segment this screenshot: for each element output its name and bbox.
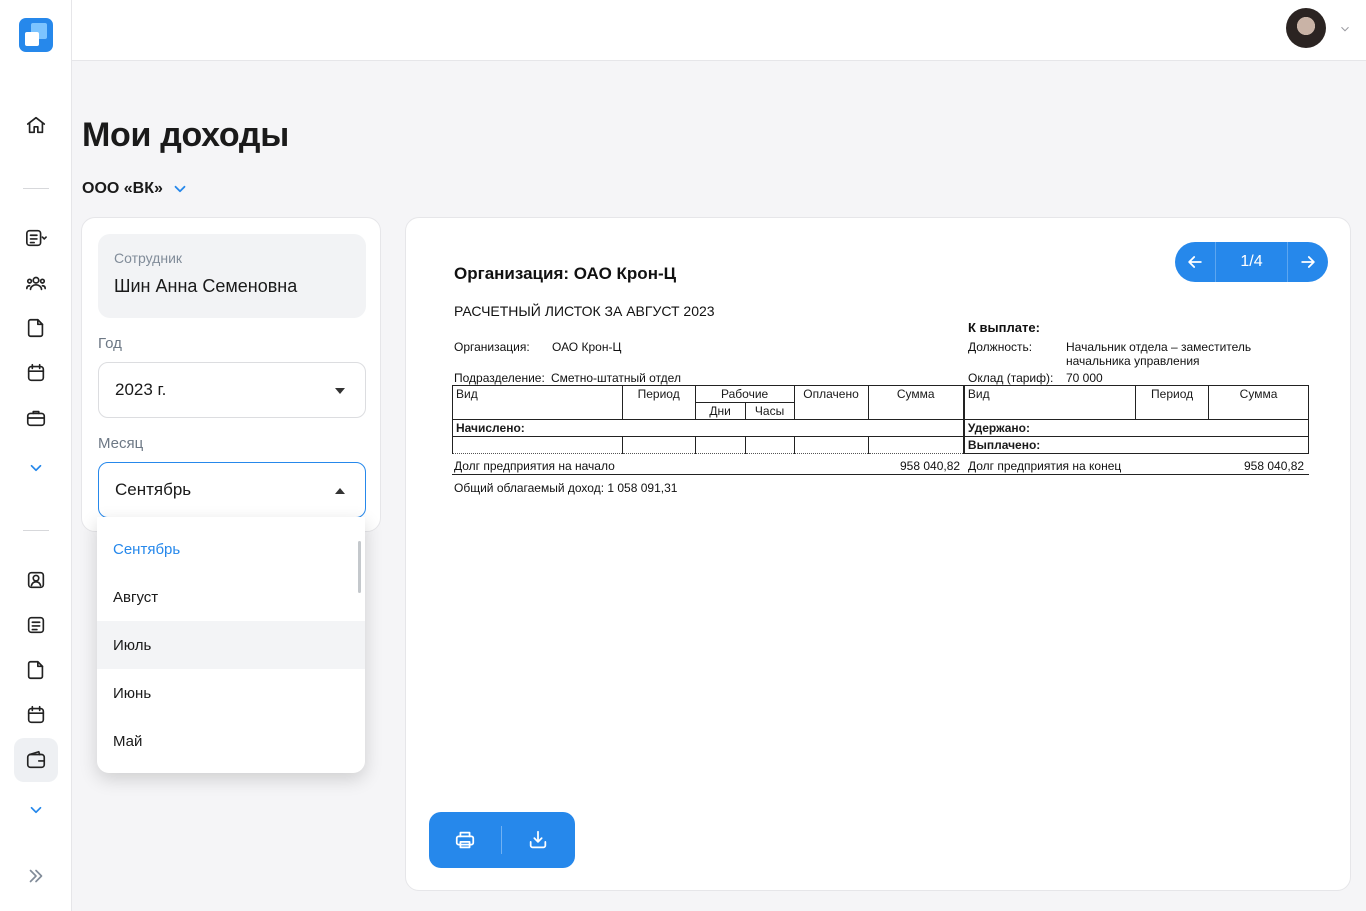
app-logo[interactable] [19,18,53,52]
month-dropdown: Сентябрь Август Июль Июнь Май [97,517,365,773]
printer-icon [455,831,475,849]
month-option[interactable]: Август [97,573,365,621]
chevron-down-icon[interactable] [14,446,58,490]
calendar-icon[interactable] [14,693,58,737]
home-icon[interactable] [14,103,58,147]
download-icon [529,830,547,849]
profile-card-icon[interactable] [14,558,58,602]
organization-selector[interactable]: ООО «ВК» [82,180,189,198]
month-select[interactable]: Сентябрь [98,462,366,518]
position-value: Начальник отдела – заместитель [1066,340,1252,354]
document-icon[interactable] [14,306,58,350]
filter-panel: Сотрудник Шин Анна Семеновна Год 2023 г.… [81,217,381,532]
employee-label: Сотрудник [114,250,183,266]
caret-up-icon [335,488,345,494]
download-button[interactable] [502,812,574,868]
taxable-income: Общий облагаемый доход: 1 058 091,31 [454,481,678,495]
divider-line [452,474,1309,475]
dropdown-scrollbar[interactable] [358,541,361,593]
payslip-title: Организация: ОАО Крон-Ц [454,264,677,283]
employee-field: Сотрудник Шин Анна Семеновна [98,234,366,318]
document-actions [429,812,575,868]
employee-value: Шин Анна Семеновна [114,276,298,296]
prev-page-button[interactable] [1175,242,1215,282]
page-indicator: 1/4 [1215,242,1288,282]
payslip-table: Вид Период Рабочие Оплачено Сумма Вид Пе… [451,385,1309,454]
arrow-left-icon [1188,256,1202,268]
paid-out-label: Выплачено: [962,436,1309,454]
organization-name: ООО «ВК» [82,180,163,197]
users-icon[interactable] [14,261,58,305]
sidebar [0,0,72,911]
caret-down-icon [335,388,345,394]
year-label: Год [98,335,122,352]
withheld-label: Удержано: [962,419,1309,437]
page-navigator: 1/4 [1175,242,1328,282]
col-header-sum: Сумма [867,385,965,420]
chevron-down-icon[interactable] [1338,22,1352,36]
briefcase-icon[interactable] [14,396,58,440]
document-viewer: 1/4 Организация: ОАО Крон-Ц РАСЧЕТНЫЙ ЛИ… [405,217,1351,891]
position-value: начальника управления [1066,354,1200,368]
col-header-sum: Сумма [1208,385,1309,420]
org-value: ОАО Крон-Ц [552,340,622,354]
col-header-hours: Часы [744,402,795,420]
print-button[interactable] [429,812,501,868]
chevron-down-icon[interactable] [14,788,58,832]
col-header-period: Период [621,385,696,420]
month-option[interactable]: Июль [97,621,365,669]
col-header-type: Вид [452,385,623,420]
debt-start-value: 958 040,82 [900,459,961,473]
month-option[interactable]: Июнь [97,669,365,717]
col-header-paid: Оплачено [793,385,869,420]
position-label: Должность: [968,340,1033,354]
notes-icon[interactable] [14,603,58,647]
chevron-down-icon [174,185,186,193]
debt-end-value: 958 040,82 [1244,459,1305,473]
debt-start-label: Долг предприятия на начало [454,459,615,473]
year-select[interactable]: 2023 г. [98,362,366,418]
dept-value: Сметно-штатный отдел [551,371,681,385]
dept-label: Подразделение: [454,371,545,385]
wallet-icon[interactable] [14,738,58,782]
year-value: 2023 г. [115,380,167,399]
accrued-label: Начислено: [451,419,965,437]
to-pay-label: К выплате: [968,320,1040,335]
salary-label: Оклад (тариф): [968,371,1054,385]
sidebar-divider [23,188,49,189]
top-header [72,0,1366,61]
document-icon[interactable] [14,648,58,692]
month-label: Месяц [98,435,144,452]
org-label: Организация: [454,340,530,354]
debt-end-label: Долг предприятия на конец [968,459,1122,473]
col-header-type: Вид [962,385,1137,420]
col-header-working: Рабочие [694,385,795,403]
col-header-period: Период [1135,385,1210,420]
arrow-right-icon [1301,256,1315,268]
next-page-button[interactable] [1288,242,1328,282]
month-option[interactable]: Сентябрь [97,525,365,573]
page-title: Мои доходы [82,116,289,154]
expand-icon[interactable] [14,854,58,898]
salary-value: 70 000 [1066,371,1103,385]
list-icon[interactable] [14,216,58,260]
month-value: Сентябрь [115,480,192,499]
col-header-days: Дни [694,402,746,420]
month-option[interactable]: Май [97,717,365,765]
calendar-icon[interactable] [14,351,58,395]
avatar[interactable] [1286,8,1326,48]
payslip-heading: РАСЧЕТНЫЙ ЛИСТОК ЗА АВГУСТ 2023 [454,303,715,319]
sidebar-divider [23,530,49,531]
